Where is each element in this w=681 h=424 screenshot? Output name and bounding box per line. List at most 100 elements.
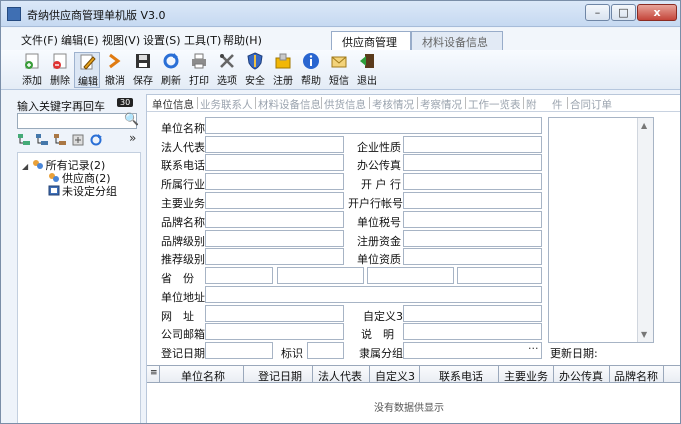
edit-button[interactable]: 编辑 bbox=[74, 52, 100, 88]
scroll-down-icon[interactable]: ▼ bbox=[641, 330, 647, 339]
tab-separator bbox=[567, 97, 568, 109]
description-field[interactable] bbox=[403, 323, 542, 340]
tab-material-equipment[interactable]: 材料设备信息 bbox=[411, 31, 503, 50]
label-brand-level: 品牌级别 bbox=[161, 235, 205, 248]
search-icon[interactable]: 🔍 bbox=[124, 112, 139, 126]
col-phone[interactable]: 联系电话 bbox=[439, 368, 483, 384]
label-registered-capital: 注册资金 bbox=[357, 235, 401, 248]
tax-no-field[interactable] bbox=[403, 211, 542, 228]
label-province: 省 份 bbox=[161, 272, 194, 285]
grid-separator bbox=[553, 366, 554, 383]
tree-expand-icon[interactable] bbox=[17, 133, 31, 147]
qualification-field[interactable] bbox=[403, 248, 542, 265]
security-button[interactable]: 安全 bbox=[242, 52, 268, 88]
town-field[interactable] bbox=[457, 267, 542, 284]
recommend-level-field[interactable] bbox=[205, 248, 344, 265]
tree-collapse-icon[interactable] bbox=[35, 133, 49, 147]
minimize-button[interactable]: – bbox=[585, 4, 610, 21]
tree-more-chevron-icon[interactable]: » bbox=[129, 131, 143, 145]
grid-separator bbox=[663, 366, 664, 383]
label-enterprise-type: 企业性质 bbox=[357, 141, 401, 154]
search-input[interactable] bbox=[17, 113, 137, 129]
group-field[interactable] bbox=[403, 342, 542, 359]
delete-button[interactable]: 删除 bbox=[47, 52, 73, 88]
menu-file[interactable]: 文件(F) bbox=[21, 32, 58, 48]
registered-capital-field[interactable] bbox=[403, 230, 542, 247]
menu-view[interactable]: 视图(V) bbox=[102, 32, 140, 48]
flag-field[interactable] bbox=[307, 342, 344, 359]
col-main-business[interactable]: 主要业务 bbox=[504, 368, 548, 384]
tab-attachment-part1[interactable]: 附 bbox=[526, 97, 537, 112]
office-fax-field[interactable] bbox=[403, 154, 542, 171]
col-unit-name[interactable]: 单位名称 bbox=[181, 368, 225, 384]
tab-material-info[interactable]: 材料设备信息 bbox=[258, 97, 321, 112]
tab-assessment[interactable]: 考核情况 bbox=[372, 97, 414, 112]
undo-icon bbox=[109, 53, 121, 69]
brand-name-field[interactable] bbox=[205, 211, 344, 228]
menu-tools[interactable]: 工具(T) bbox=[184, 32, 221, 48]
undo-button[interactable]: 撤消 bbox=[102, 52, 128, 88]
col-brand-name[interactable]: 品牌名称 bbox=[614, 368, 658, 384]
tree-node-ungrouped[interactable]: 未设定分组 bbox=[48, 183, 117, 199]
district-field[interactable] bbox=[367, 267, 454, 284]
tab-unit-info[interactable]: 单位信息 bbox=[152, 97, 194, 112]
tab-inspection[interactable]: 考察情况 bbox=[420, 97, 462, 112]
options-button[interactable]: 选项 bbox=[214, 52, 240, 88]
exit-button[interactable]: 退出 bbox=[354, 52, 380, 88]
grid-row-selector-icon[interactable]: ≡ bbox=[150, 368, 158, 378]
tree-settings-icon[interactable] bbox=[71, 133, 85, 147]
tab-supplier-management[interactable]: 供应商管理 bbox=[331, 31, 411, 50]
website-field[interactable] bbox=[205, 305, 344, 322]
label-bank: 开 户 行 bbox=[361, 178, 401, 191]
label-recommend-level: 推荐级别 bbox=[161, 253, 205, 266]
tree-expander-icon[interactable]: ◢ bbox=[22, 162, 28, 171]
tree-refresh-icon[interactable] bbox=[89, 133, 103, 147]
email-field[interactable] bbox=[205, 323, 344, 340]
maximize-button[interactable]: □ bbox=[611, 4, 636, 21]
help-button[interactable]: 帮助 bbox=[298, 52, 324, 88]
refresh-button[interactable]: 刷新 bbox=[158, 52, 184, 88]
col-reg-date[interactable]: 登记日期 bbox=[258, 368, 302, 384]
reg-date-field[interactable] bbox=[205, 342, 273, 359]
tab-attachment-part2[interactable]: 件 bbox=[552, 97, 563, 112]
phone-field[interactable] bbox=[205, 154, 344, 171]
group-picker-button[interactable]: ··· bbox=[528, 342, 539, 355]
legal-rep-field[interactable] bbox=[205, 136, 344, 153]
menu-edit[interactable]: 编辑(E) bbox=[61, 32, 99, 48]
grid-separator bbox=[312, 366, 313, 383]
custom3-field[interactable] bbox=[403, 305, 542, 322]
col-office-fax[interactable]: 办公传真 bbox=[559, 368, 603, 384]
bank-field[interactable] bbox=[403, 173, 542, 190]
enterprise-type-field[interactable] bbox=[403, 136, 542, 153]
menu-help[interactable]: 帮助(H) bbox=[223, 32, 262, 48]
add-button[interactable]: 添加 bbox=[19, 52, 45, 88]
save-button[interactable]: 保存 bbox=[130, 52, 156, 88]
tree-group-icon[interactable] bbox=[53, 133, 67, 147]
col-legal-rep[interactable]: 法人代表 bbox=[318, 368, 362, 384]
city-field[interactable] bbox=[277, 267, 364, 284]
label-tax-no: 单位税号 bbox=[357, 216, 401, 229]
grid-empty-message: 没有数据供显示 bbox=[374, 403, 444, 414]
tab-business-contact[interactable]: 业务联系人 bbox=[200, 97, 253, 112]
window-title: 奇纳供应商管理单机版 V3.0 bbox=[27, 9, 166, 22]
unit-name-field[interactable] bbox=[205, 117, 542, 134]
address-field[interactable] bbox=[205, 286, 542, 303]
sms-button[interactable]: 短信 bbox=[326, 52, 352, 88]
province-field[interactable] bbox=[205, 267, 273, 284]
print-button[interactable]: 打印 bbox=[186, 52, 212, 88]
print-icon bbox=[192, 53, 206, 69]
notes-scrollbar[interactable]: ▲ ▼ bbox=[637, 118, 653, 342]
tab-work-list[interactable]: 工作一览表 bbox=[468, 97, 521, 112]
brand-level-field[interactable] bbox=[205, 230, 344, 247]
col-custom3[interactable]: 自定义3 bbox=[375, 368, 415, 384]
scroll-up-icon[interactable]: ▲ bbox=[641, 121, 647, 130]
close-button[interactable]: x bbox=[637, 4, 677, 21]
menu-settings[interactable]: 设置(S) bbox=[143, 32, 181, 48]
main-business-field[interactable] bbox=[205, 192, 344, 209]
tab-supply-info[interactable]: 供货信息 bbox=[324, 97, 366, 112]
bank-account-field[interactable] bbox=[403, 192, 542, 209]
supplier-group-icon bbox=[49, 173, 59, 182]
register-button[interactable]: 注册 bbox=[270, 52, 296, 88]
tab-contract-order[interactable]: 合同订单 bbox=[570, 97, 612, 112]
industry-field[interactable] bbox=[205, 173, 344, 190]
